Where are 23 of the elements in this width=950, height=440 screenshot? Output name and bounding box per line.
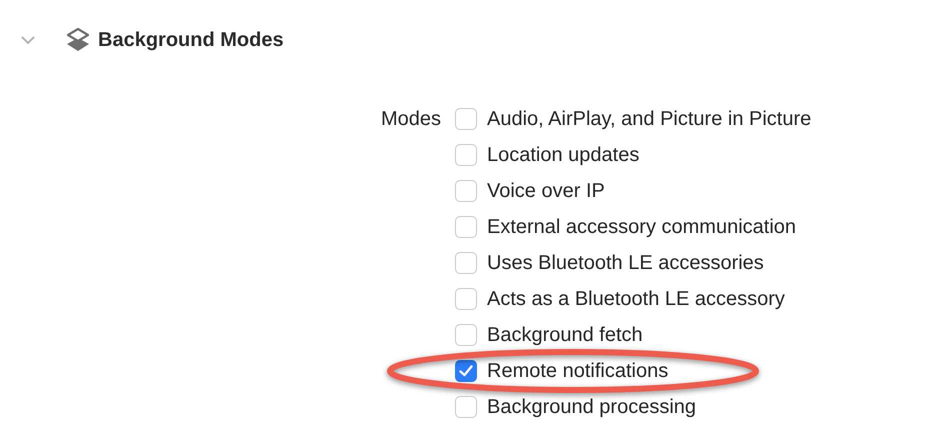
checkbox-label: Uses Bluetooth LE accessories [487, 252, 764, 274]
checkmark-icon [459, 365, 473, 377]
checkbox[interactable] [455, 108, 477, 130]
checkbox-label: Remote notifications [487, 360, 668, 382]
checkbox-label: Voice over IP [487, 180, 605, 202]
section-title: Background Modes [98, 28, 284, 52]
checkbox[interactable] [455, 144, 477, 166]
checkbox-label: Background fetch [487, 324, 643, 346]
checkbox-label: Audio, AirPlay, and Picture in Picture [487, 108, 812, 130]
checkbox-label: Background processing [487, 396, 696, 418]
checkbox-label: Location updates [487, 144, 640, 166]
layers-icon [65, 26, 91, 54]
checkbox[interactable] [455, 288, 477, 310]
checkbox[interactable] [455, 180, 477, 202]
chevron-icon[interactable] [20, 35, 36, 45]
checkbox[interactable] [455, 252, 477, 274]
checkbox[interactable] [455, 396, 477, 418]
checkbox-label: External accessory communication [487, 216, 796, 238]
checkbox[interactable] [455, 360, 477, 382]
checkbox[interactable] [455, 216, 477, 238]
modes-label: Modes [380, 107, 441, 132]
checkbox[interactable] [455, 324, 477, 346]
checkbox-label: Acts as a Bluetooth LE accessory [487, 288, 785, 310]
